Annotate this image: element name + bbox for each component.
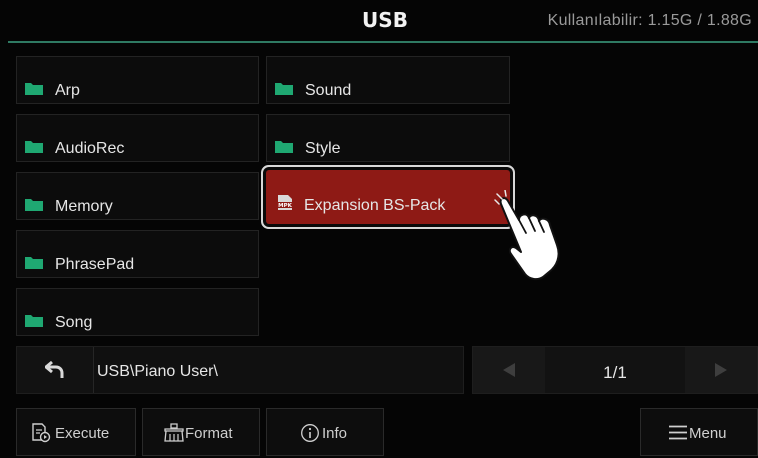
pointing-hand-icon (494, 190, 560, 281)
format-label: Format (185, 425, 233, 442)
folder-item-audiorec[interactable]: AudioRec (16, 114, 259, 162)
header: USB Kullanılabilir: 1.15G / 1.88G (0, 0, 758, 43)
execute-icon (32, 423, 51, 443)
folder-icon (25, 256, 43, 269)
folder-item-sound[interactable]: Sound (266, 56, 510, 104)
storage-space-label: Kullanılabilir: 1.15G / 1.88G (547, 12, 752, 29)
execute-button[interactable]: Execute (16, 408, 136, 456)
page-title: USB (362, 8, 408, 32)
folder-label: PhrasePad (55, 256, 135, 273)
path-bar: USB\Piano User\ (16, 346, 464, 394)
triangle-left-icon (503, 363, 515, 377)
folder-label: Arp (55, 82, 80, 99)
folder-label: Sound (305, 82, 352, 99)
folder-icon (25, 198, 43, 211)
file-item-expansion-bs-pack[interactable]: MPK Expansion BS-Pack (266, 170, 510, 224)
menu-label: Menu (689, 425, 727, 442)
info-label: Info (322, 425, 348, 442)
format-icon (164, 423, 184, 442)
pager: 1/1 (472, 346, 758, 394)
triangle-right-icon (715, 363, 727, 377)
folder-icon (25, 314, 43, 327)
execute-label: Execute (55, 425, 110, 442)
folder-icon (275, 82, 293, 95)
format-button[interactable]: Format (142, 408, 260, 456)
svg-text:MPK: MPK (278, 203, 293, 209)
file-label: Expansion BS-Pack (304, 197, 446, 214)
back-button[interactable] (17, 347, 94, 393)
info-icon (301, 424, 319, 442)
prev-page-button[interactable] (473, 347, 545, 393)
back-arrow-icon (45, 360, 64, 378)
folder-label: Memory (55, 198, 113, 215)
menu-button[interactable]: Menu (640, 408, 758, 456)
folder-item-style[interactable]: Style (266, 114, 510, 162)
usb-file-browser: USB Kullanılabilir: 1.15G / 1.88G Arp Au… (0, 0, 758, 458)
folder-item-memory[interactable]: Memory (16, 172, 259, 220)
hamburger-menu-icon (669, 425, 687, 440)
current-path: USB\Piano User\ (97, 363, 218, 380)
folder-icon (25, 82, 43, 95)
info-button[interactable]: Info (266, 408, 384, 456)
header-divider (8, 41, 758, 43)
folder-icon (25, 140, 43, 153)
folder-item-phrasepad[interactable]: PhrasePad (16, 230, 259, 278)
folder-label: Song (55, 314, 93, 331)
folder-label: AudioRec (55, 140, 125, 157)
page-indicator: 1/1 (603, 363, 627, 382)
folder-label: Style (305, 140, 341, 157)
next-page-button[interactable] (685, 347, 757, 393)
folder-icon (275, 140, 293, 153)
folder-item-song[interactable]: Song (16, 288, 259, 336)
folder-item-arp[interactable]: Arp (16, 56, 259, 104)
mpk-file-icon: MPK (276, 194, 294, 211)
